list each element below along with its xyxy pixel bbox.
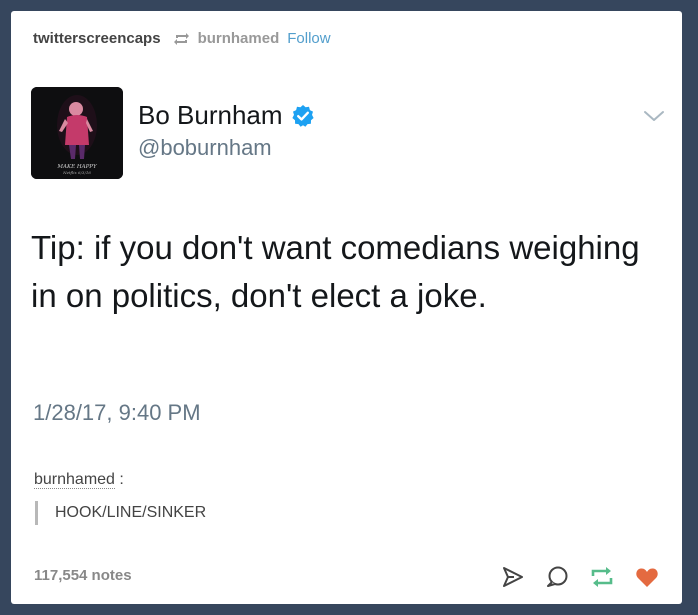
- author-name-text[interactable]: Bo Burnham: [138, 100, 283, 131]
- tweet-timestamp: 1/28/17, 9:40 PM: [33, 400, 201, 425]
- tweet-author-handle[interactable]: @boburnham: [138, 135, 272, 161]
- post-actions: [501, 565, 659, 589]
- source-blog-link[interactable]: burnhamed: [198, 30, 280, 47]
- comment-user-link[interactable]: burnhamed: [34, 471, 115, 489]
- notes-count[interactable]: 117,554 notes: [34, 567, 132, 584]
- post-card: twitterscreencaps burnhamed Follow MAKE …: [11, 11, 682, 604]
- verified-badge-icon: [291, 104, 315, 128]
- reply-icon[interactable]: [545, 565, 569, 589]
- reblog-icon: [173, 32, 190, 46]
- follow-button[interactable]: Follow: [287, 30, 330, 47]
- comment-attribution: burnhamed :: [34, 471, 124, 489]
- blog-name-link[interactable]: twitterscreencaps: [33, 30, 161, 47]
- chevron-down-icon[interactable]: [643, 109, 665, 123]
- comment-quote: HOOK/LINE/SINKER: [35, 501, 206, 525]
- tweet-text: Tip: if you don't want comedians weighin…: [31, 229, 640, 314]
- post-header: twitterscreencaps burnhamed Follow: [33, 30, 331, 47]
- avatar[interactable]: MAKE HAPPY Netflix 6/3/16: [31, 87, 123, 179]
- comment-separator: :: [119, 471, 124, 488]
- tweet-author-name: Bo Burnham: [138, 100, 315, 131]
- like-icon[interactable]: [635, 566, 659, 588]
- avatar-caption-subtitle: Netflix 6/3/16: [62, 170, 91, 175]
- reblog-icon[interactable]: [589, 566, 615, 588]
- share-icon[interactable]: [501, 566, 525, 588]
